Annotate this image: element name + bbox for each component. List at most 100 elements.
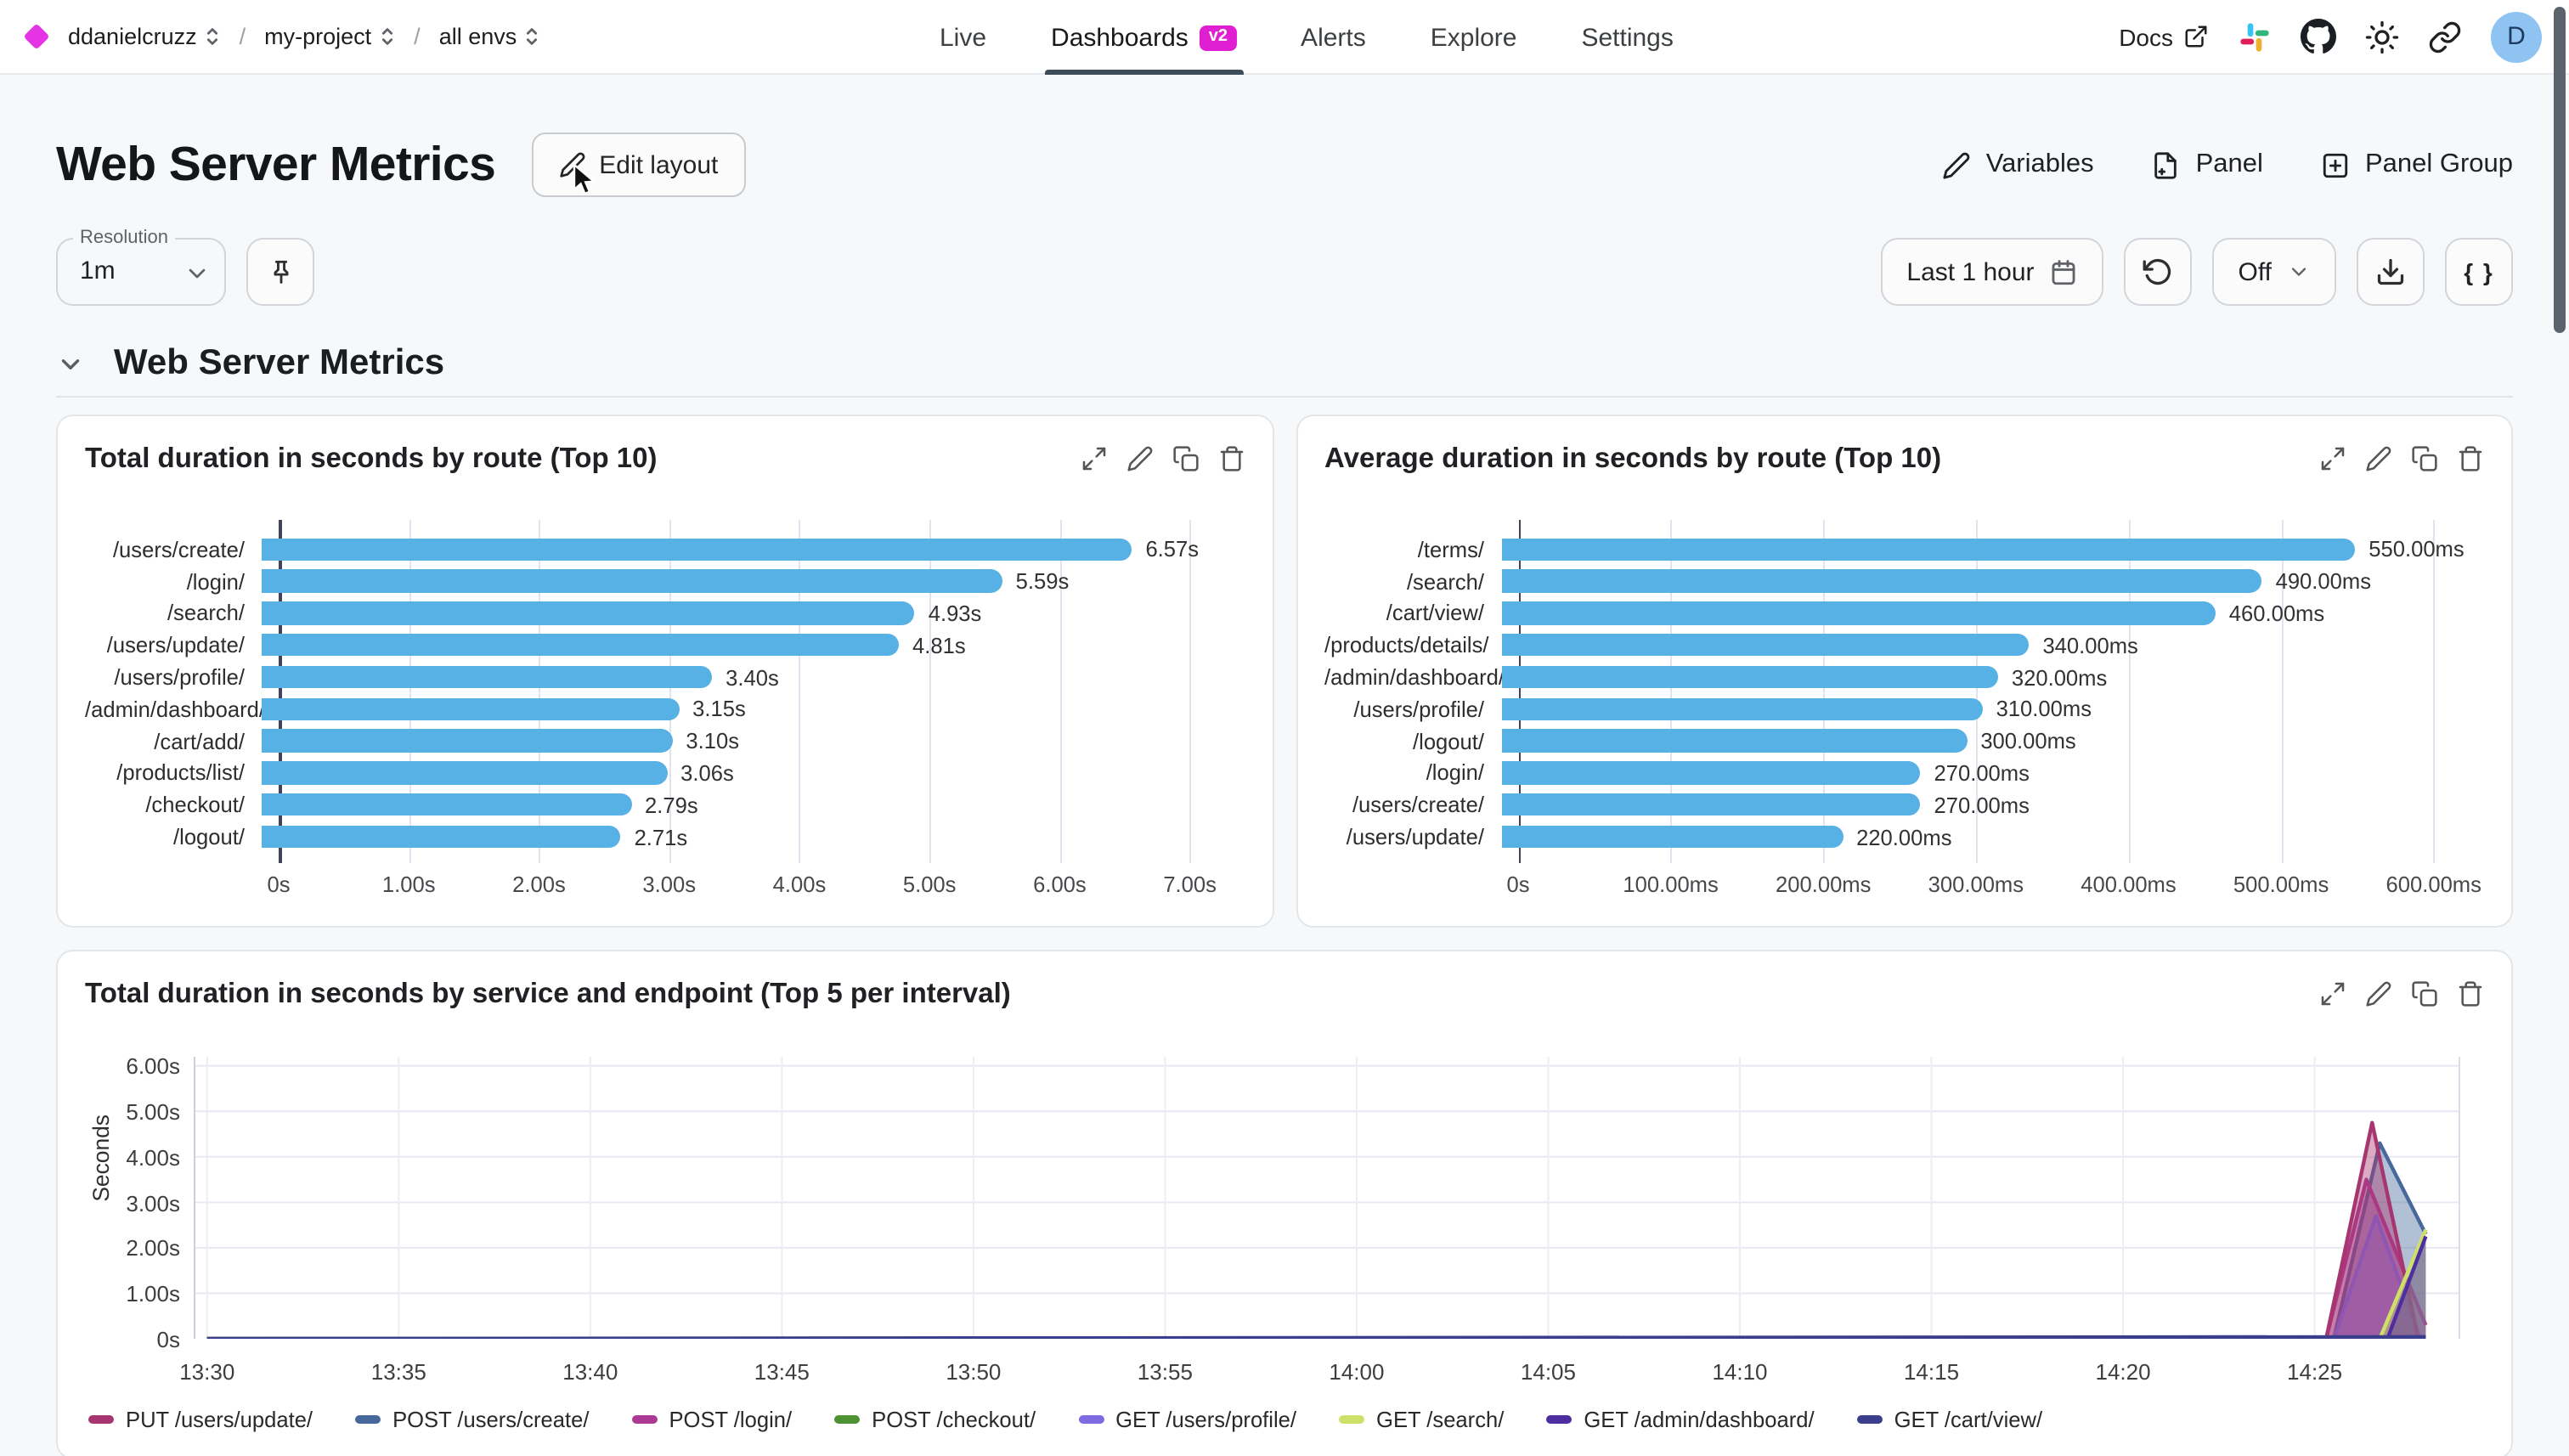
breadcrumb-item[interactable]: my-project [264, 24, 395, 49]
pin-button[interactable] [246, 238, 314, 306]
category-label: /search/ [85, 601, 262, 626]
brand-logo-icon[interactable] [23, 23, 49, 49]
docs-label: Docs [2119, 23, 2173, 50]
variables-button[interactable]: Variables [1942, 150, 2094, 180]
category-label: /products/list/ [85, 760, 262, 786]
time-range-button[interactable]: Last 1 hour [1881, 238, 2103, 306]
legend-label: POST /checkout/ [872, 1407, 1036, 1432]
chevron-down-icon [2287, 260, 2311, 284]
docs-link[interactable]: Docs [2119, 23, 2209, 50]
breadcrumb-item[interactable]: all envs [439, 24, 541, 49]
bar-rows: /users/create/6.57s/login/5.59s/search/4… [85, 533, 1245, 853]
category-label: /checkout/ [85, 793, 262, 818]
edit-icon[interactable] [1126, 445, 1153, 472]
sort-chevrons-icon [523, 24, 540, 49]
legend-swatch [1546, 1416, 1572, 1424]
tab-badge: v2 [1200, 25, 1236, 50]
legend-item[interactable]: GET /cart/view/ [1857, 1407, 2042, 1432]
auto-refresh-select[interactable]: Off [2213, 238, 2336, 306]
time-series-chart[interactable]: Seconds 6.00s5.00s4.00s3.00s2.00s1.00s0s… [85, 1030, 2484, 1400]
tab-settings[interactable]: Settings [1581, 0, 1673, 75]
add-panel-group-button[interactable]: Panel Group [2321, 150, 2513, 180]
value-label: 4.93s [929, 601, 982, 626]
duplicate-icon[interactable] [2411, 445, 2438, 472]
x-tick-label: 5.00s [903, 872, 957, 897]
tab-explore[interactable]: Explore [1431, 0, 1517, 75]
bar-cell: 460.00ms [1501, 597, 2484, 629]
y-tick-label: 2.00s [92, 1236, 180, 1261]
delete-icon[interactable] [2457, 980, 2484, 1007]
link-icon[interactable] [2428, 20, 2462, 54]
value-label: 270.00ms [1934, 760, 2030, 786]
plot-area[interactable] [194, 1057, 2460, 1339]
legend-item[interactable]: POST /users/create/ [355, 1407, 589, 1432]
expand-icon[interactable] [2319, 980, 2346, 1007]
bar-row: /terms/550.00ms [1324, 533, 2484, 566]
download-button[interactable] [2357, 238, 2425, 306]
bar-cell: 340.00ms [1501, 629, 2484, 662]
slack-icon[interactable] [2238, 20, 2272, 54]
section-header[interactable]: Web Server Metrics [56, 343, 2513, 384]
x-tick-label: 13:45 [737, 1359, 826, 1385]
category-label: /users/create/ [1324, 793, 1501, 818]
expand-icon[interactable] [1080, 445, 1107, 472]
bar-cell: 270.00ms [1501, 757, 2484, 789]
legend-item[interactable]: GET /admin/dashboard/ [1546, 1407, 1814, 1432]
legend-item[interactable]: POST /login/ [631, 1407, 792, 1432]
category-label: /logout/ [1324, 728, 1501, 753]
tab-dashboards[interactable]: Dashboards v2 [1051, 0, 1236, 75]
legend-item[interactable]: PUT /users/update/ [88, 1407, 313, 1432]
legend-label: POST /login/ [669, 1407, 792, 1432]
duplicate-icon[interactable] [2411, 980, 2438, 1007]
tab-label: Dashboards [1051, 23, 1189, 52]
bar-row: /users/profile/3.40s [85, 661, 1245, 693]
bar-chart[interactable]: /terms/550.00ms/search/490.00ms/cart/vie… [1324, 533, 2484, 909]
tab-alerts[interactable]: Alerts [1301, 0, 1366, 75]
panel-actions [1080, 445, 1245, 472]
series-line [207, 1216, 2426, 1339]
avatar[interactable]: D [2491, 11, 2542, 62]
panel-actions [2319, 445, 2484, 472]
bar [1501, 761, 1921, 784]
series-area [207, 1216, 2426, 1339]
panel-row: Total duration in seconds by route (Top … [56, 415, 2513, 928]
delete-icon[interactable] [1217, 445, 1245, 472]
add-panel-button[interactable]: Panel [2152, 150, 2263, 180]
bar-cell: 490.00ms [1501, 566, 2484, 598]
breadcrumb-items: ddanielcruzz/my-project/all envs [68, 24, 540, 49]
edit-icon[interactable] [2365, 980, 2392, 1007]
legend-item[interactable]: GET /search/ [1339, 1407, 1504, 1432]
json-button[interactable]: { } [2445, 238, 2513, 306]
tab-live[interactable]: Live [940, 0, 986, 75]
sun-icon[interactable] [2365, 20, 2399, 54]
chevron-down-icon[interactable] [56, 349, 85, 378]
x-tick-label: 13:30 [163, 1359, 251, 1385]
legend-item[interactable]: GET /users/profile/ [1078, 1407, 1296, 1432]
breadcrumb-item[interactable]: ddanielcruzz [68, 24, 221, 49]
bar-row: /cart/add/3.10s [85, 725, 1245, 758]
delete-icon[interactable] [2457, 445, 2484, 472]
resolution-select[interactable]: Resolution 1m [56, 238, 226, 306]
x-tick-label: 13:40 [546, 1359, 635, 1385]
legend-item[interactable]: POST /checkout/ [834, 1407, 1036, 1432]
breadcrumb-separator: / [414, 24, 421, 49]
bar-cell: 310.00ms [1501, 693, 2484, 725]
category-label: /logout/ [85, 824, 262, 849]
refresh-button[interactable] [2125, 238, 2193, 306]
edit-layout-button[interactable]: Edit layout [531, 133, 745, 197]
panel-title: Average duration in seconds by route (To… [1324, 443, 1941, 475]
scrollbar-thumb[interactable] [2554, 7, 2566, 333]
y-tick-label: 6.00s [92, 1054, 180, 1080]
expand-icon[interactable] [2319, 445, 2346, 472]
page-title: Web Server Metrics [56, 137, 495, 193]
bar-chart[interactable]: /users/create/6.57s/login/5.59s/search/4… [85, 533, 1245, 909]
nav-tabs: Live Dashboards v2 Alerts Explore Settings [940, 0, 1674, 75]
github-icon[interactable] [2301, 19, 2336, 54]
legend-label: PUT /users/update/ [126, 1407, 313, 1432]
time-controls: Last 1 hour Off { } [1881, 238, 2513, 306]
duplicate-icon[interactable] [1172, 445, 1199, 472]
category-label: /login/ [85, 568, 262, 594]
x-tick-label: 1.00s [382, 872, 436, 897]
edit-icon[interactable] [2365, 445, 2392, 472]
bar [1501, 634, 2029, 657]
